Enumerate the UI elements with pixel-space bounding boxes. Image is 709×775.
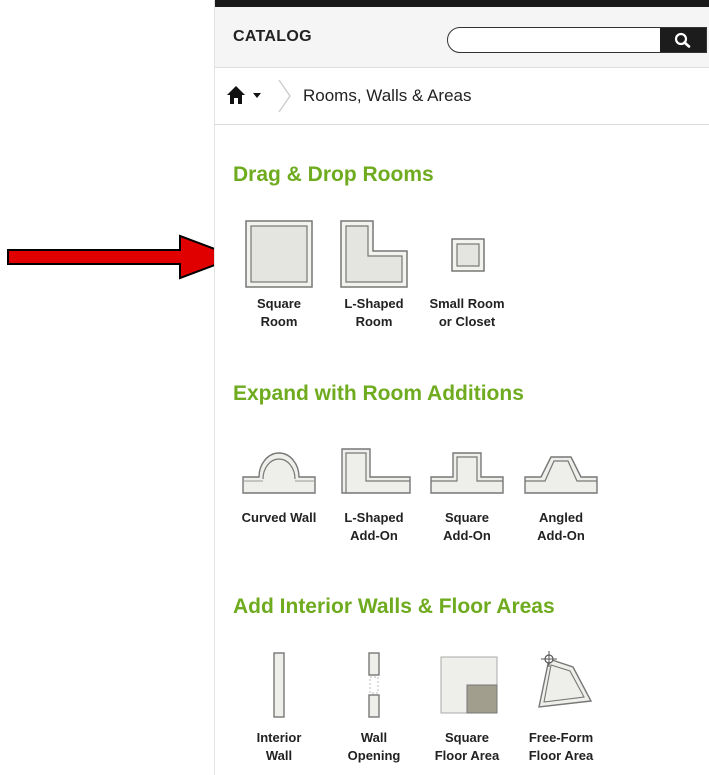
search-button[interactable] — [660, 28, 706, 52]
square-room-item[interactable]: Square Room — [233, 219, 325, 331]
small-room-icon — [451, 238, 485, 272]
top-bar — [215, 0, 709, 7]
catalog-header: CATALOG — [215, 7, 709, 68]
free-form-floor-area-label: Free-Form Floor Area — [528, 730, 594, 763]
wall-opening-item[interactable]: Wall Opening — [328, 643, 420, 765]
catalog-panel: CATALOG Rooms, Walls & Areas Drag & Drop… — [214, 0, 709, 775]
caret-down-icon — [253, 93, 261, 98]
small-room-item[interactable]: Small Room or Closet — [421, 219, 513, 331]
free-form-floor-area-icon — [538, 651, 593, 708]
square-floor-area-item[interactable]: Square Floor Area — [421, 643, 513, 765]
square-addon-label: Square Add-On — [443, 510, 491, 543]
l-shaped-room-item[interactable]: L-Shaped Room — [328, 219, 420, 331]
home-dropdown-button[interactable] — [225, 84, 273, 108]
search-box — [447, 27, 707, 53]
square-addon-item[interactable]: Square Add-On — [421, 423, 513, 545]
angled-addon-label: Angled Add-On — [537, 510, 585, 543]
angled-addon-icon — [524, 456, 598, 494]
square-addon-icon — [430, 452, 504, 494]
l-shaped-room-label: L-Shaped Room — [344, 296, 404, 329]
wall-opening-label: Wall Opening — [347, 730, 401, 763]
square-floor-area-label: Square Floor Area — [434, 730, 500, 763]
section-title-room-additions: Expand with Room Additions — [233, 382, 524, 405]
section-title-drag-drop-rooms: Drag & Drop Rooms — [233, 163, 434, 186]
l-shaped-addon-label: L-Shaped Add-On — [344, 510, 404, 543]
search-icon — [674, 32, 691, 48]
curved-wall-item[interactable]: Curved Wall — [233, 423, 325, 527]
free-form-floor-area-item[interactable]: Free-Form Floor Area — [515, 643, 607, 765]
wall-opening-icon — [368, 652, 380, 718]
l-shaped-room-icon — [340, 220, 408, 288]
curved-wall-icon — [242, 452, 316, 494]
breadcrumb-current: Rooms, Walls & Areas — [303, 86, 472, 105]
search-input[interactable] — [458, 30, 658, 50]
breadcrumb-divider — [278, 79, 291, 113]
angled-addon-item[interactable]: Angled Add-On — [515, 423, 607, 545]
interior-wall-item[interactable]: Interior Wall — [233, 643, 325, 765]
square-room-icon — [245, 220, 313, 288]
section-title-interior-walls: Add Interior Walls & Floor Areas — [233, 595, 555, 618]
curved-wall-label: Curved Wall — [241, 510, 317, 525]
breadcrumb: Rooms, Walls & Areas — [215, 68, 709, 125]
interior-wall-icon — [273, 652, 285, 718]
l-shaped-addon-icon — [341, 448, 411, 494]
l-shaped-addon-item[interactable]: L-Shaped Add-On — [328, 423, 420, 545]
square-room-label: Square Room — [256, 296, 302, 329]
home-icon — [227, 86, 245, 104]
red-arrow-annotation — [7, 234, 239, 280]
small-room-label: Small Room or Closet — [429, 296, 505, 329]
catalog-title: CATALOG — [233, 28, 312, 45]
square-floor-area-icon — [440, 656, 498, 714]
interior-wall-label: Interior Wall — [256, 730, 302, 763]
catalog-content: Drag & Drop Rooms Square Room L-Shaped R… — [215, 125, 709, 775]
